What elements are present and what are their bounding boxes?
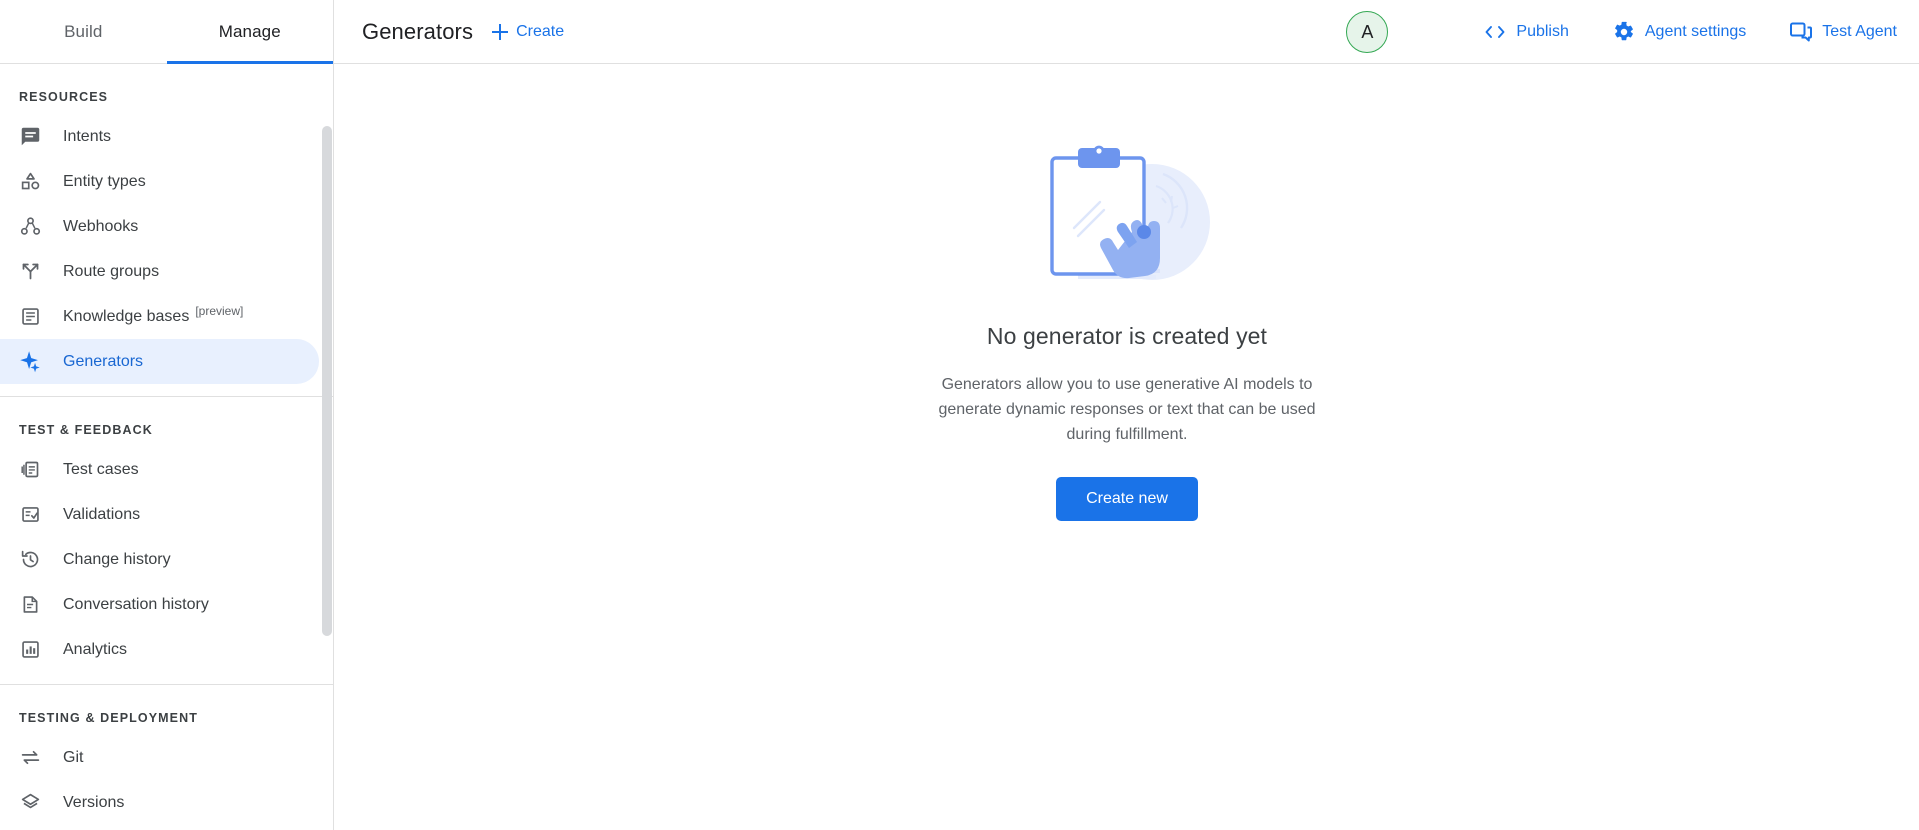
sidebar-item-change-history-label: Change history [63, 551, 171, 569]
test-agent-label: Test Agent [1822, 23, 1897, 41]
test-agent-button[interactable]: Test Agent [1790, 22, 1897, 42]
sidebar-item-knowledge-bases[interactable]: Knowledge bases [preview] [0, 294, 319, 339]
webhooks-icon [19, 216, 41, 238]
sidebar-item-route-groups[interactable]: Route groups [0, 249, 319, 294]
sidebar-item-knowledge-bases-label: Knowledge bases [63, 308, 189, 326]
test-cases-icon [19, 459, 41, 481]
sidebar-item-intents-label: Intents [63, 128, 111, 146]
intents-icon [19, 126, 41, 148]
sidebar-item-route-groups-label: Route groups [63, 263, 159, 281]
versions-icon [19, 792, 41, 814]
tab-manage[interactable]: Manage [167, 0, 334, 64]
sidebar-section-test-feedback-label: TEST & FEEDBACK [0, 397, 333, 447]
sidebar-item-generators-label: Generators [63, 353, 143, 371]
route-groups-icon [19, 261, 41, 283]
sidebar-item-generators[interactable]: Generators [0, 339, 319, 384]
sidebar-section-resources-label: RESOURCES [0, 64, 333, 114]
plus-icon [491, 23, 509, 41]
sidebar-item-webhooks-label: Webhooks [63, 218, 138, 236]
create-new-button[interactable]: Create new [1056, 477, 1198, 521]
entity-types-icon [19, 171, 41, 193]
validations-icon [19, 504, 41, 526]
publish-label: Publish [1516, 23, 1568, 41]
create-button[interactable]: Create [491, 23, 564, 41]
empty-state-description: Generators allow you to use generative A… [917, 372, 1337, 447]
sidebar-item-versions-label: Versions [63, 794, 124, 812]
header-actions: A Publish Agent settings [1346, 0, 1897, 64]
sidebar-item-entity-types[interactable]: Entity types [0, 159, 319, 204]
code-brackets-icon [1484, 24, 1506, 40]
header-main: Generators Create A Publish [334, 0, 1919, 64]
sidebar-item-conversation-history-label: Conversation history [63, 596, 209, 614]
sidebar-item-git-label: Git [63, 749, 83, 767]
publish-button[interactable]: Publish [1484, 23, 1568, 41]
avatar[interactable]: A [1346, 11, 1388, 53]
top-bar: Build Manage Generators Create A [0, 0, 1919, 64]
mode-tab-group: Build Manage [0, 0, 334, 64]
create-button-label: Create [516, 23, 564, 41]
clipboard-hand-illustration [1032, 136, 1222, 301]
avatar-letter: A [1361, 22, 1373, 43]
sidebar-item-intents[interactable]: Intents [0, 114, 319, 159]
sidebar-item-test-cases[interactable]: Test cases [0, 447, 319, 492]
empty-state-title: No generator is created yet [987, 323, 1267, 350]
agent-settings-button[interactable]: Agent settings [1613, 21, 1746, 43]
sidebar-item-versions[interactable]: Versions [0, 780, 319, 825]
tab-build[interactable]: Build [0, 0, 167, 64]
knowledge-bases-preview-tag: [preview] [195, 304, 243, 318]
sidebar-item-analytics-label: Analytics [63, 641, 127, 659]
sidebar: RESOURCES Intents Entity types [0, 64, 334, 830]
chat-bubbles-icon [1790, 22, 1812, 42]
agent-settings-label: Agent settings [1645, 23, 1746, 41]
knowledge-bases-icon [19, 306, 41, 328]
conversation-history-icon [19, 594, 41, 616]
sidebar-item-test-cases-label: Test cases [63, 461, 139, 479]
sidebar-item-webhooks[interactable]: Webhooks [0, 204, 319, 249]
change-history-icon [19, 549, 41, 571]
analytics-icon [19, 639, 41, 661]
tab-manage-label: Manage [219, 22, 281, 42]
main-content: No generator is created yet Generators a… [335, 64, 1919, 830]
sidebar-item-entity-types-label: Entity types [63, 173, 146, 191]
sidebar-item-change-history[interactable]: Change history [0, 537, 319, 582]
sidebar-section-testing-deployment-label: TESTING & DEPLOYMENT [0, 685, 333, 735]
sidebar-item-conversation-history[interactable]: Conversation history [0, 582, 319, 627]
sidebar-scrollbar-thumb[interactable] [322, 126, 332, 636]
sidebar-content: RESOURCES Intents Entity types [0, 64, 333, 825]
sidebar-item-validations-label: Validations [63, 506, 140, 524]
sidebar-item-analytics[interactable]: Analytics [0, 627, 319, 672]
sidebar-item-validations[interactable]: Validations [0, 492, 319, 537]
sidebar-item-git[interactable]: Git [0, 735, 319, 780]
generators-sparkle-icon [19, 351, 41, 373]
gear-icon [1613, 21, 1635, 43]
git-icon [19, 747, 41, 769]
page-title: Generators [362, 19, 473, 45]
tab-build-label: Build [64, 22, 102, 42]
